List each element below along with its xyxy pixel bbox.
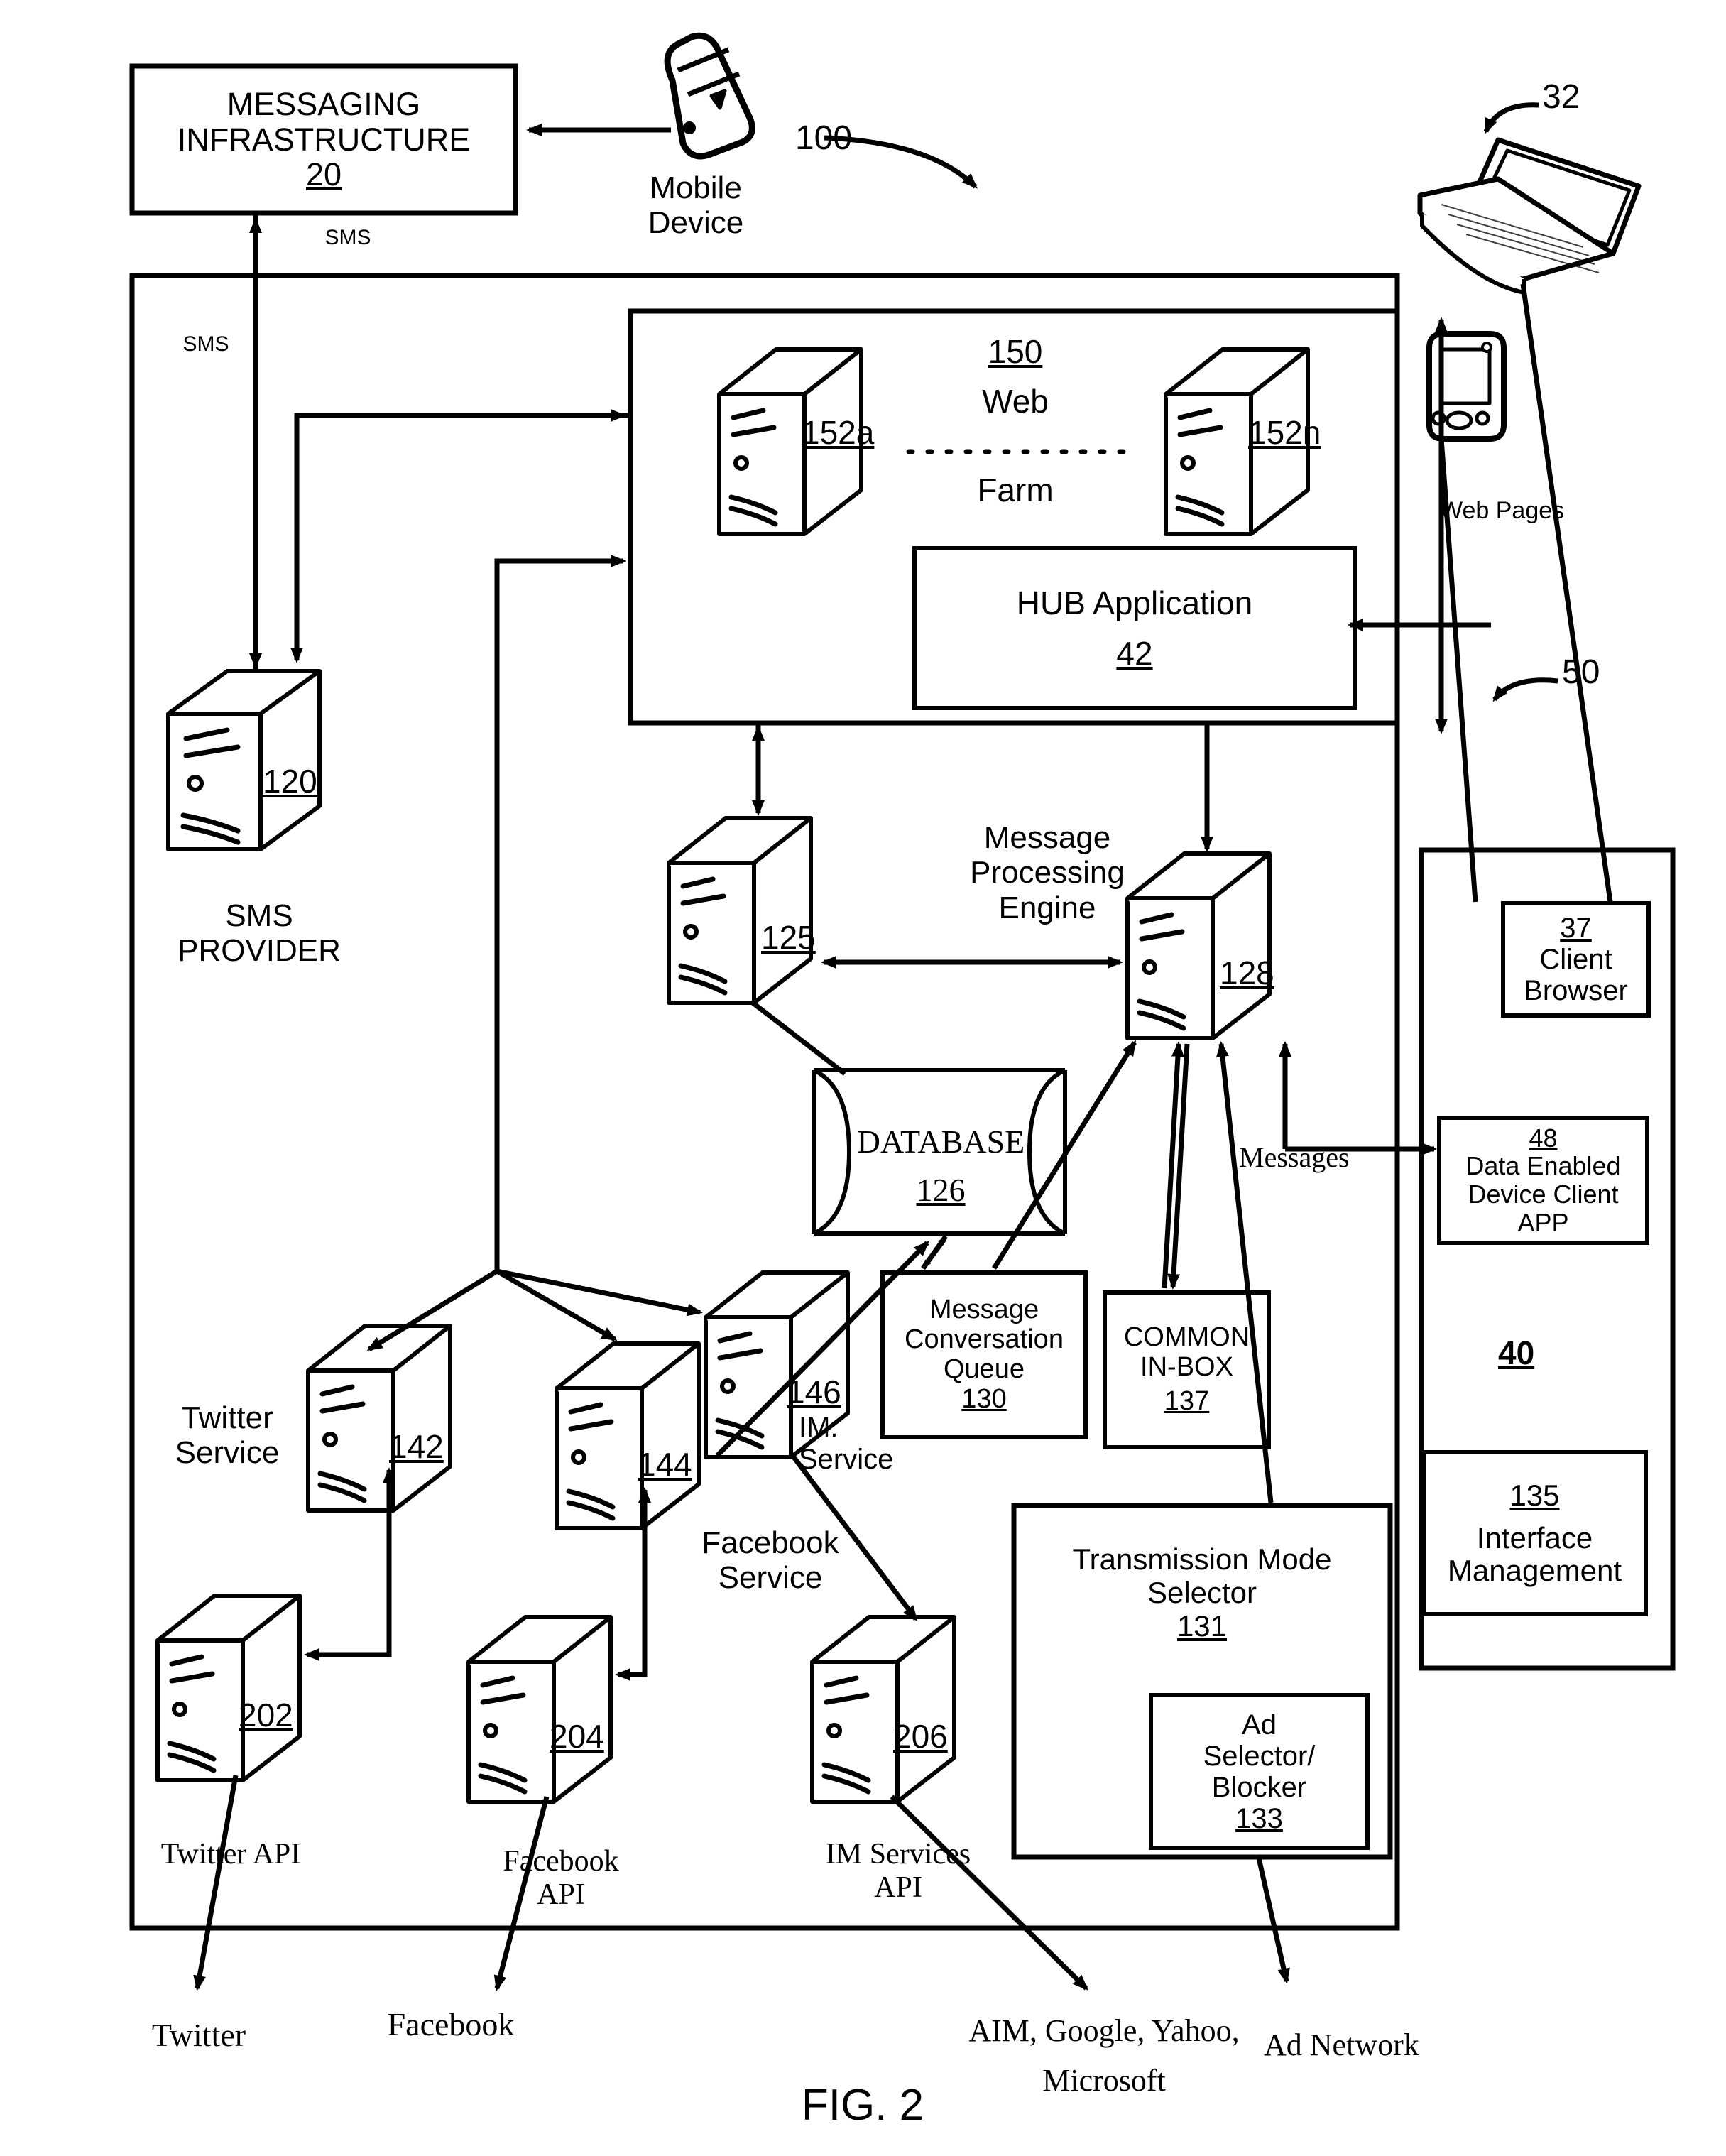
client-browser-line1: Client bbox=[1539, 944, 1612, 975]
sms-label-left: SMS bbox=[182, 332, 229, 356]
interface-management-box: 135 Interface Management bbox=[1424, 1452, 1646, 1614]
system-ref-100: 100 bbox=[794, 119, 853, 157]
web-farm-ref: 150 bbox=[988, 333, 1043, 370]
web-pages-label: Web Pages bbox=[1440, 497, 1565, 524]
pda-ref-50: 50 bbox=[1562, 653, 1600, 691]
external-im-networks-line1: AIM, Google, Yahoo, bbox=[968, 2013, 1240, 2048]
message-processing-engine-label: Message Processing Engine bbox=[944, 820, 1150, 925]
sms-provider-ref: 120 bbox=[263, 763, 317, 800]
mcq-line3: Queue bbox=[943, 1354, 1025, 1384]
im-api-line1: IM Services bbox=[825, 1838, 971, 1871]
facebook-service-ref: 144 bbox=[638, 1446, 692, 1483]
ad-line2: Selector/ bbox=[1203, 1740, 1316, 1772]
client-browser-box: 37 Client Browser bbox=[1503, 903, 1649, 1016]
im-service-ref: 146 bbox=[787, 1373, 841, 1410]
client-link-ref-40: 40 bbox=[1498, 1334, 1535, 1371]
mpe-line3: Engine bbox=[998, 890, 1096, 925]
facebook-api-line1: Facebook bbox=[503, 1845, 619, 1878]
mobile-device-label: Mobile Device bbox=[596, 170, 795, 241]
mcq-line2: Conversation bbox=[905, 1324, 1064, 1355]
external-ad-network-label: Ad Network bbox=[1264, 2027, 1419, 2062]
messaging-infrastructure-line1: MESSAGING bbox=[226, 86, 421, 123]
facebook-service-label: Facebook Service bbox=[674, 1525, 866, 1596]
external-facebook-label: Facebook bbox=[387, 2006, 515, 2042]
twitter-service-ref: 142 bbox=[389, 1428, 444, 1465]
im-api-line2: API bbox=[874, 1871, 922, 1905]
ad-line1: Ad bbox=[1242, 1709, 1277, 1741]
common-inbox-ref: 137 bbox=[1164, 1385, 1210, 1416]
tms-ref: 131 bbox=[1176, 1609, 1228, 1643]
mobile-device-line2: Device bbox=[648, 205, 744, 241]
hub-application-ref: 42 bbox=[1116, 634, 1153, 672]
mcq-line1: Message bbox=[929, 1295, 1039, 1325]
common-inbox-line1: COMMON bbox=[1123, 1322, 1250, 1353]
diagram-artwork bbox=[129, 32, 1676, 1991]
hub-application-label: HUB Application bbox=[1016, 584, 1253, 621]
mcq-ref: 130 bbox=[961, 1383, 1007, 1414]
external-twitter-label: Twitter bbox=[151, 2017, 246, 2053]
mobile-device-line1: Mobile bbox=[650, 170, 742, 205]
twitter-service-label: Twitter Service bbox=[138, 1400, 316, 1471]
patent-figure-page: MESSAGING INFRASTRUCTURE 20 SMS SMS Mobi… bbox=[0, 0, 1726, 2156]
twitter-api-label: Twitter API bbox=[160, 1838, 301, 1871]
messaging-infrastructure-ref: 20 bbox=[305, 156, 342, 193]
mpe-line2: Processing bbox=[970, 855, 1125, 891]
web-farm-title-line2: Farm bbox=[977, 472, 1054, 508]
device-client-app-box: 48 Data Enabled Device Client APP bbox=[1439, 1118, 1647, 1243]
sms-label-top: SMS bbox=[324, 226, 371, 249]
im-api-label: IM Services API bbox=[788, 1838, 1008, 1905]
im-service-label: IM. Service bbox=[799, 1412, 962, 1476]
im-service-line1: IM. bbox=[799, 1412, 839, 1443]
messaging-infrastructure-line2: INFRASTRUCTURE bbox=[177, 121, 471, 158]
facebook-api-label: Facebook API bbox=[454, 1845, 667, 1912]
device-client-app-line2: Device Client bbox=[1468, 1180, 1619, 1209]
twitter-api-ref: 202 bbox=[239, 1697, 293, 1733]
web-server-a-ref: 152a bbox=[802, 414, 875, 451]
web-server-n-ref: 152n bbox=[1248, 414, 1321, 451]
sms-provider-line2: PROVIDER bbox=[177, 933, 341, 969]
common-inbox-line2: IN-BOX bbox=[1140, 1352, 1233, 1383]
messages-label: Messages bbox=[1239, 1141, 1350, 1173]
common-inbox-box: COMMON IN-BOX 137 bbox=[1105, 1292, 1269, 1447]
database-label: DATABASE bbox=[856, 1123, 1025, 1160]
device-client-app-line1: Data Enabled bbox=[1465, 1151, 1621, 1181]
mpe-line1: Message bbox=[983, 820, 1111, 855]
hub-application-box: HUB Application 42 bbox=[914, 548, 1355, 708]
im-api-ref: 206 bbox=[893, 1718, 948, 1755]
server-128-ref: 128 bbox=[1220, 954, 1274, 991]
facebook-service-line1: Facebook bbox=[701, 1525, 839, 1560]
client-browser-line2: Browser bbox=[1524, 975, 1628, 1006]
sms-provider-line1: SMS bbox=[225, 898, 293, 933]
client-browser-ref: 37 bbox=[1560, 913, 1592, 944]
twitter-service-line2: Service bbox=[175, 1435, 280, 1471]
facebook-api-ref: 204 bbox=[550, 1718, 604, 1755]
ad-ref: 133 bbox=[1235, 1802, 1283, 1834]
tms-line1: Transmission Mode bbox=[1072, 1542, 1332, 1576]
messaging-infrastructure-box: MESSAGING INFRASTRUCTURE 20 bbox=[132, 66, 515, 213]
twitter-service-line1: Twitter bbox=[181, 1400, 273, 1435]
transmission-mode-selector-label: Transmission Mode Selector 131 bbox=[1029, 1542, 1375, 1643]
laptop-ref-32: 32 bbox=[1542, 78, 1580, 116]
database-ref: 126 bbox=[916, 1172, 966, 1208]
interface-management-ref: 135 bbox=[1509, 1478, 1560, 1512]
device-client-app-line3: APP bbox=[1517, 1207, 1569, 1237]
server-125-ref: 125 bbox=[761, 919, 816, 956]
ad-selector-blocker-box: Ad Selector/ Blocker 133 bbox=[1151, 1695, 1367, 1848]
tms-line2: Selector bbox=[1147, 1576, 1257, 1610]
device-client-app-ref: 48 bbox=[1529, 1123, 1558, 1153]
web-farm-title-line1: Web bbox=[982, 383, 1049, 420]
facebook-api-line2: API bbox=[537, 1878, 585, 1912]
im-service-line2: Service bbox=[799, 1443, 894, 1475]
sms-provider-label: SMS PROVIDER bbox=[142, 898, 376, 969]
interface-management-line1: Interface bbox=[1476, 1520, 1593, 1555]
interface-management-line2: Management bbox=[1447, 1554, 1622, 1588]
ad-line3: Blocker bbox=[1211, 1771, 1307, 1803]
figure-caption: FIG. 2 bbox=[801, 2081, 924, 2130]
facebook-service-line2: Service bbox=[718, 1560, 823, 1596]
